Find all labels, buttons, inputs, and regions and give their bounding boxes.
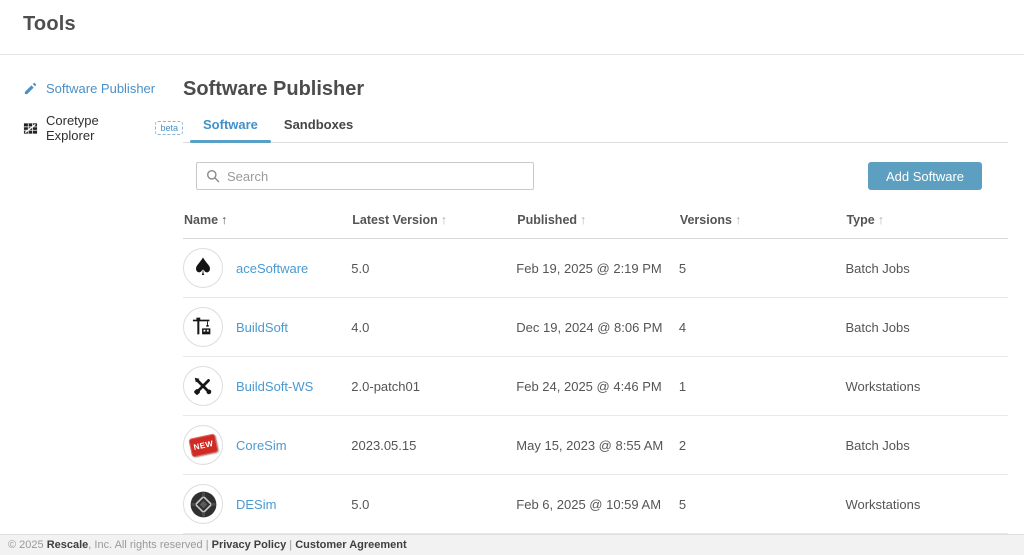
toolbar: Add Software	[183, 162, 1008, 190]
add-software-button[interactable]: Add Software	[868, 162, 982, 190]
latest-version-cell: 4.0	[351, 298, 516, 357]
new-sticker-icon: NEW	[188, 433, 218, 457]
published-cell: Feb 6, 2025 @ 10:59 AM	[516, 475, 679, 534]
published-cell: Feb 19, 2025 @ 2:19 PM	[516, 239, 679, 298]
published-cell: Feb 24, 2025 @ 4:46 PM	[516, 357, 679, 416]
sidebar-item-label: Software Publisher	[46, 81, 155, 96]
copyright-text: © 2025	[8, 539, 47, 551]
page-header: Tools	[0, 0, 1024, 55]
sort-arrow-icon: ↑	[221, 213, 227, 227]
tab-sandboxes[interactable]: Sandboxes	[271, 117, 366, 142]
table-row: DESim 5.0 Feb 6, 2025 @ 10:59 AM 5 Works…	[183, 475, 1008, 534]
chart-icon	[23, 121, 38, 136]
software-link[interactable]: BuildSoft-WS	[236, 379, 313, 394]
avatar	[183, 307, 223, 347]
table-header-row: Name↑ Latest Version↑ Published↑ Version…	[183, 207, 1008, 239]
software-link[interactable]: aceSoftware	[236, 261, 308, 276]
published-cell: May 15, 2023 @ 8:55 AM	[516, 416, 679, 475]
table-row: NEW CoreSim 2023.05.15 May 15, 2023 @ 8:…	[183, 416, 1008, 475]
latest-version-cell: 2.0-patch01	[351, 357, 516, 416]
versions-cell: 5	[679, 475, 846, 534]
main-panel: Software Publisher Software Sandboxes Ad…	[183, 55, 1008, 534]
crossed-tools-icon	[192, 375, 214, 397]
search-icon	[206, 169, 220, 183]
sort-arrow-icon: ↑	[878, 213, 884, 227]
pencil-icon	[23, 81, 38, 96]
sidebar: Software Publisher Coretype Explorer bet…	[0, 55, 183, 160]
search-box[interactable]	[196, 162, 534, 190]
sort-arrow-icon: ↑	[441, 213, 447, 227]
latest-version-cell: 2023.05.15	[351, 416, 516, 475]
spade-icon: ♠	[192, 255, 214, 279]
beta-badge: beta	[155, 121, 183, 135]
type-cell: Batch Jobs	[845, 416, 1008, 475]
column-header-type[interactable]: Type↑	[845, 207, 1008, 239]
crane-icon	[192, 316, 214, 338]
sort-arrow-icon: ↑	[580, 213, 586, 227]
avatar: NEW	[183, 425, 223, 465]
diamond-target-icon	[190, 491, 217, 518]
avatar	[183, 366, 223, 406]
sort-arrow-icon: ↑	[735, 213, 741, 227]
versions-cell: 5	[679, 239, 846, 298]
section-title: Software Publisher	[183, 78, 1008, 101]
privacy-policy-link[interactable]: Privacy Policy	[212, 539, 287, 551]
latest-version-cell: 5.0	[351, 239, 516, 298]
table-row: ♠ aceSoftware 5.0 Feb 19, 2025 @ 2:19 PM…	[183, 239, 1008, 298]
published-cell: Dec 19, 2024 @ 8:06 PM	[516, 298, 679, 357]
software-table: Name↑ Latest Version↑ Published↑ Version…	[183, 207, 1008, 534]
type-cell: Batch Jobs	[845, 298, 1008, 357]
software-link[interactable]: BuildSoft	[236, 320, 288, 335]
table-row: BuildSoft-WS 2.0-patch01 Feb 24, 2025 @ …	[183, 357, 1008, 416]
type-cell: Workstations	[845, 475, 1008, 534]
type-cell: Workstations	[845, 357, 1008, 416]
column-header-published[interactable]: Published↑	[516, 207, 679, 239]
company-name: Rescale	[47, 539, 89, 551]
avatar: ♠	[183, 248, 223, 288]
versions-cell: 4	[679, 298, 846, 357]
search-input[interactable]	[227, 169, 524, 184]
footer: © 2025 Rescale, Inc. All rights reserved…	[0, 534, 1024, 555]
software-link[interactable]: CoreSim	[236, 438, 287, 453]
table-row: BuildSoft 4.0 Dec 19, 2024 @ 8:06 PM 4 B…	[183, 298, 1008, 357]
sidebar-item-software-publisher[interactable]: Software Publisher	[23, 81, 183, 96]
avatar	[183, 484, 223, 524]
versions-cell: 2	[679, 416, 846, 475]
content-area: Software Publisher Coretype Explorer bet…	[0, 55, 1024, 534]
tools-page: Tools Software Publisher Coretype Explor…	[0, 0, 1024, 555]
latest-version-cell: 5.0	[351, 475, 516, 534]
versions-cell: 1	[679, 357, 846, 416]
column-header-versions[interactable]: Versions↑	[679, 207, 846, 239]
column-header-latest-version[interactable]: Latest Version↑	[351, 207, 516, 239]
sidebar-item-coretype-explorer[interactable]: Coretype Explorer beta	[23, 113, 183, 143]
type-cell: Batch Jobs	[845, 239, 1008, 298]
customer-agreement-link[interactable]: Customer Agreement	[295, 539, 406, 551]
tab-software[interactable]: Software	[190, 117, 271, 142]
page-title: Tools	[23, 13, 1024, 36]
column-header-name[interactable]: Name↑	[183, 207, 351, 239]
copyright-suffix: , Inc. All rights reserved	[88, 539, 205, 551]
tab-bar: Software Sandboxes	[183, 117, 1008, 143]
sidebar-item-label: Coretype Explorer	[46, 113, 145, 143]
software-link[interactable]: DESim	[236, 497, 276, 512]
